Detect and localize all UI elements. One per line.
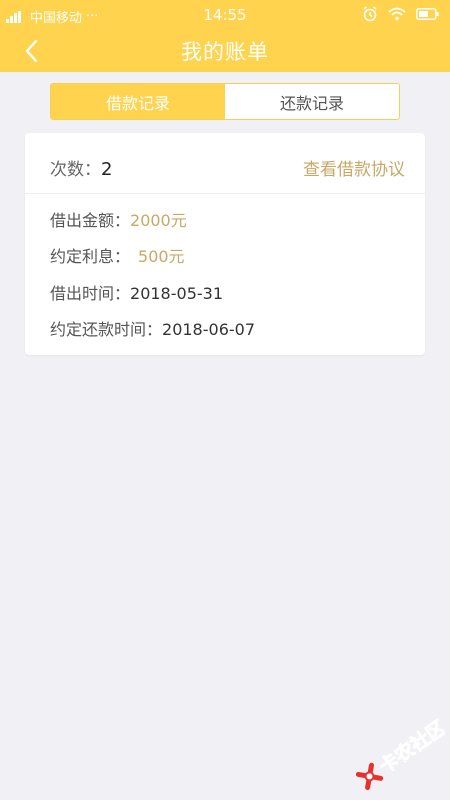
wifi-icon (388, 7, 406, 21)
repay-date-row: 约定还款时间：2018-06-07 (50, 316, 255, 340)
interest-value: 500元 (138, 247, 185, 266)
loan-date-row: 借出时间：2018-05-31 (50, 280, 223, 304)
interest-label: 约定利息： (50, 247, 131, 266)
card-header: 次数：2 查看借款协议 (25, 133, 425, 194)
repay-date-label: 约定还款时间： (50, 320, 163, 339)
battery-icon (416, 8, 439, 20)
view-agreement-link[interactable]: 查看借款协议 (303, 155, 405, 180)
amount-value: 2000元 (130, 211, 187, 230)
repay-date-value: 2018-06-07 (162, 320, 255, 339)
header: 中国移动 ··· 14:55 我的账单 (0, 0, 450, 72)
loan-record-card: 次数：2 查看借款协议 借出金额：2000元 约定利息： 500元 借出时间：20… (25, 133, 425, 355)
status-right (362, 6, 440, 22)
page-title: 我的账单 (181, 40, 269, 64)
nav-bar: 我的账单 (0, 30, 450, 72)
count-value: 2 (101, 159, 113, 180)
status-bar: 中国移动 ··· 14:55 (0, 0, 450, 30)
count-row: 次数：2 (50, 155, 112, 180)
watermark-logo: 卡农社区 (355, 715, 445, 791)
count-label: 次数： (50, 160, 101, 180)
tab-loan-records[interactable]: 借款记录 (51, 84, 225, 119)
amount-row: 借出金额：2000元 (50, 207, 187, 231)
amount-label: 借出金额： (50, 211, 131, 230)
alarm-icon (363, 6, 377, 22)
loan-date-value: 2018-05-31 (130, 284, 223, 303)
interest-row: 约定利息： 500元 (50, 243, 185, 267)
tab-repayment-records[interactable]: 还款记录 (225, 84, 399, 119)
record-tabs: 借款记录 还款记录 (50, 83, 400, 120)
watermark-text: 卡农社区 (375, 716, 445, 778)
loan-date-label: 借出时间： (50, 284, 131, 303)
